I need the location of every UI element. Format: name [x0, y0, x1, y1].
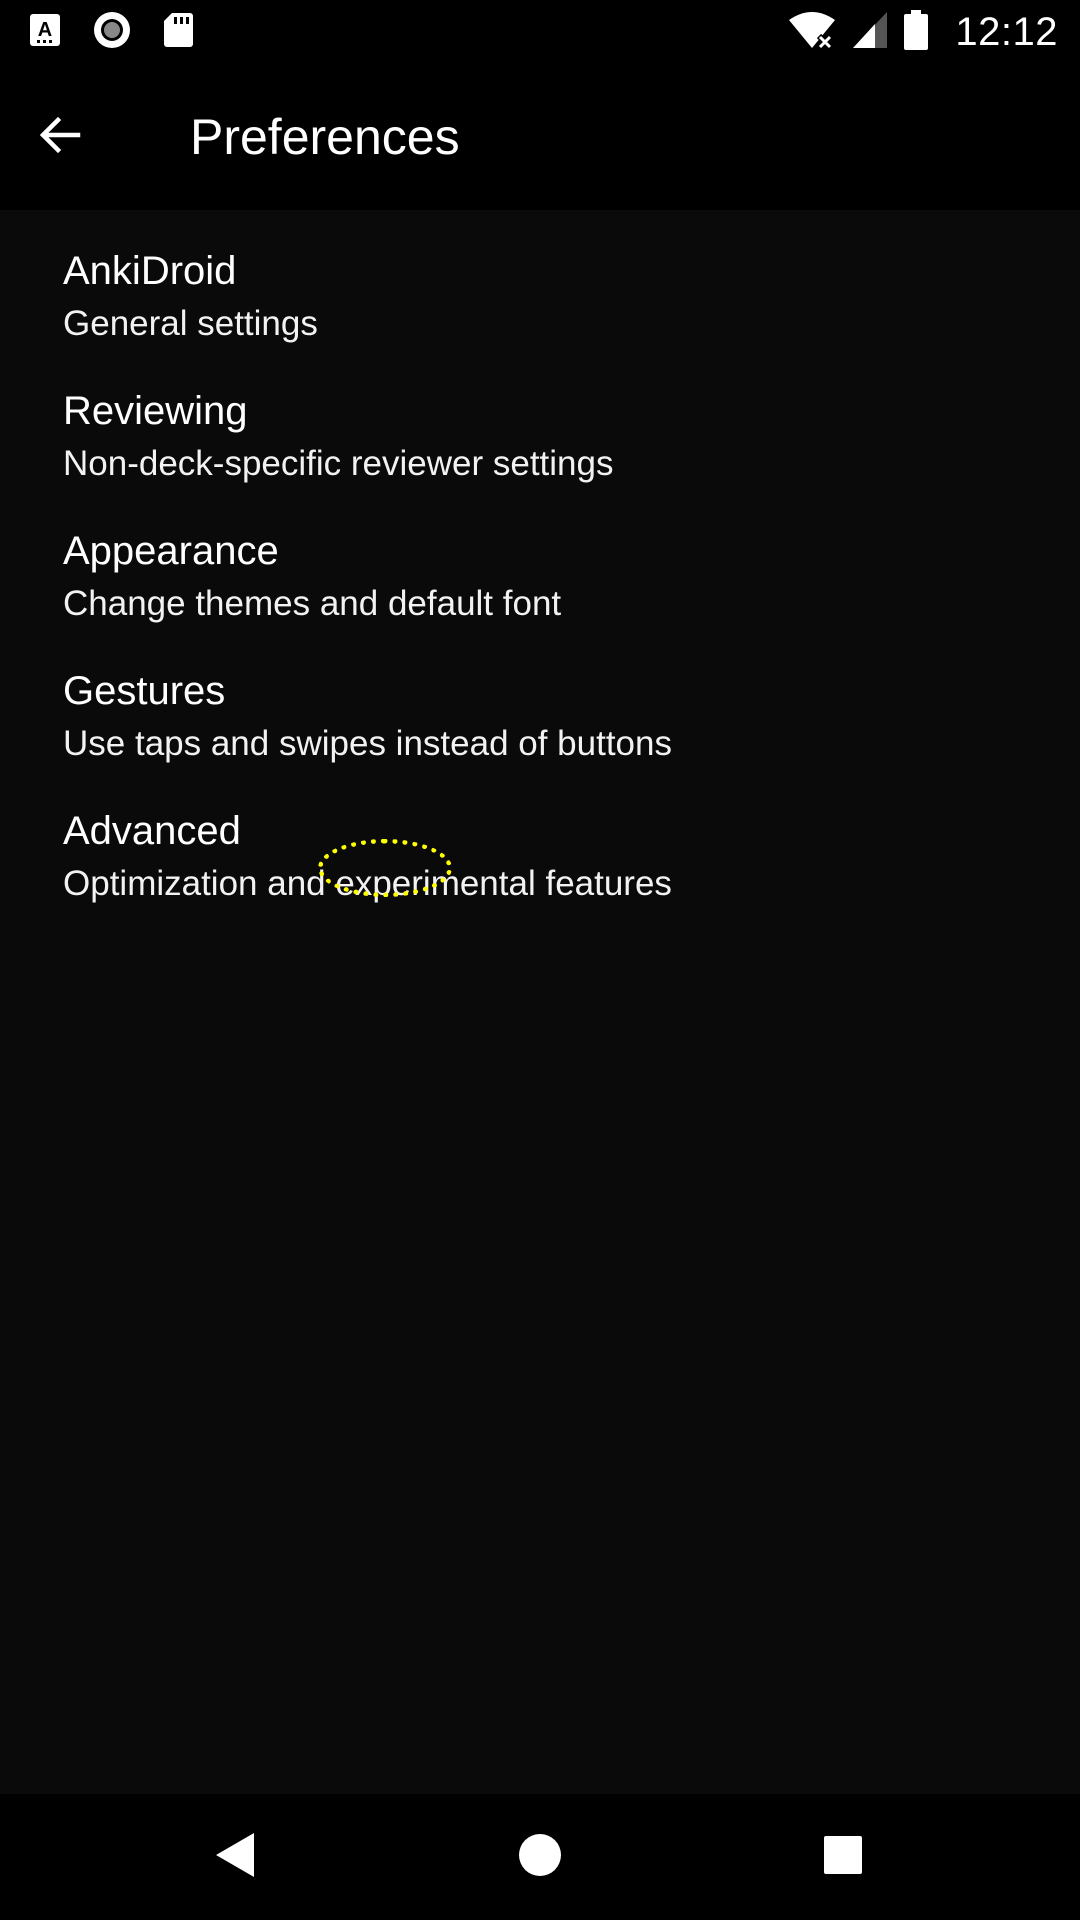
wifi-no-internet-icon: [787, 10, 837, 55]
nav-recents-button[interactable]: [803, 1817, 883, 1897]
sd-card-icon: [162, 11, 194, 54]
nav-back-icon: [212, 1829, 260, 1886]
navigation-bar: [0, 1794, 1080, 1920]
pref-summary: Optimization and experimental features: [63, 864, 672, 903]
pref-summary: Use taps and swipes instead of buttons: [63, 724, 672, 763]
status-left-icons: A: [28, 8, 194, 56]
pref-title: Reviewing: [63, 389, 248, 433]
pref-item-advanced[interactable]: Advanced Optimization and experimental f…: [0, 787, 1080, 927]
pref-item-ankidroid[interactable]: AnkiDroid General settings: [0, 227, 1080, 367]
pref-title: Gestures: [63, 669, 226, 713]
pref-summary: Non-deck-specific reviewer settings: [63, 444, 614, 483]
page-title: Preferences: [190, 109, 460, 165]
status-clock: 12:12: [955, 9, 1058, 54]
pref-item-appearance[interactable]: Appearance Change themes and default fon…: [0, 507, 1080, 647]
cell-signal-icon: [851, 10, 889, 55]
pref-summary: General settings: [63, 304, 318, 343]
pref-title: Advanced: [63, 809, 241, 853]
status-bar: A 12:12: [0, 0, 1080, 64]
back-button[interactable]: [24, 101, 96, 173]
app-bar: Preferences: [0, 64, 1080, 210]
nav-recents-icon: [821, 1833, 865, 1882]
arrow-back-icon: [36, 111, 84, 164]
svg-text:A: A: [38, 19, 52, 41]
nav-back-button[interactable]: [196, 1817, 276, 1897]
battery-icon: [903, 9, 929, 56]
pref-title: AnkiDroid: [63, 249, 237, 293]
status-right-icons: 12:12: [787, 8, 1058, 56]
preferences-list: AnkiDroid General settings Reviewing Non…: [0, 210, 1080, 1794]
pref-item-reviewing[interactable]: Reviewing Non-deck-specific reviewer set…: [0, 367, 1080, 507]
nav-home-icon: [516, 1831, 564, 1884]
pref-title: Appearance: [63, 529, 279, 573]
pref-item-gestures[interactable]: Gestures Use taps and swipes instead of …: [0, 647, 1080, 787]
accessibility-a-icon: A: [28, 12, 62, 53]
pref-summary: Change themes and default font: [63, 584, 562, 623]
preferences-screen: A 12:12 Preferences AnkiDroid General se…: [0, 0, 1080, 1920]
nav-home-button[interactable]: [500, 1817, 580, 1897]
record-icon: [92, 10, 132, 55]
